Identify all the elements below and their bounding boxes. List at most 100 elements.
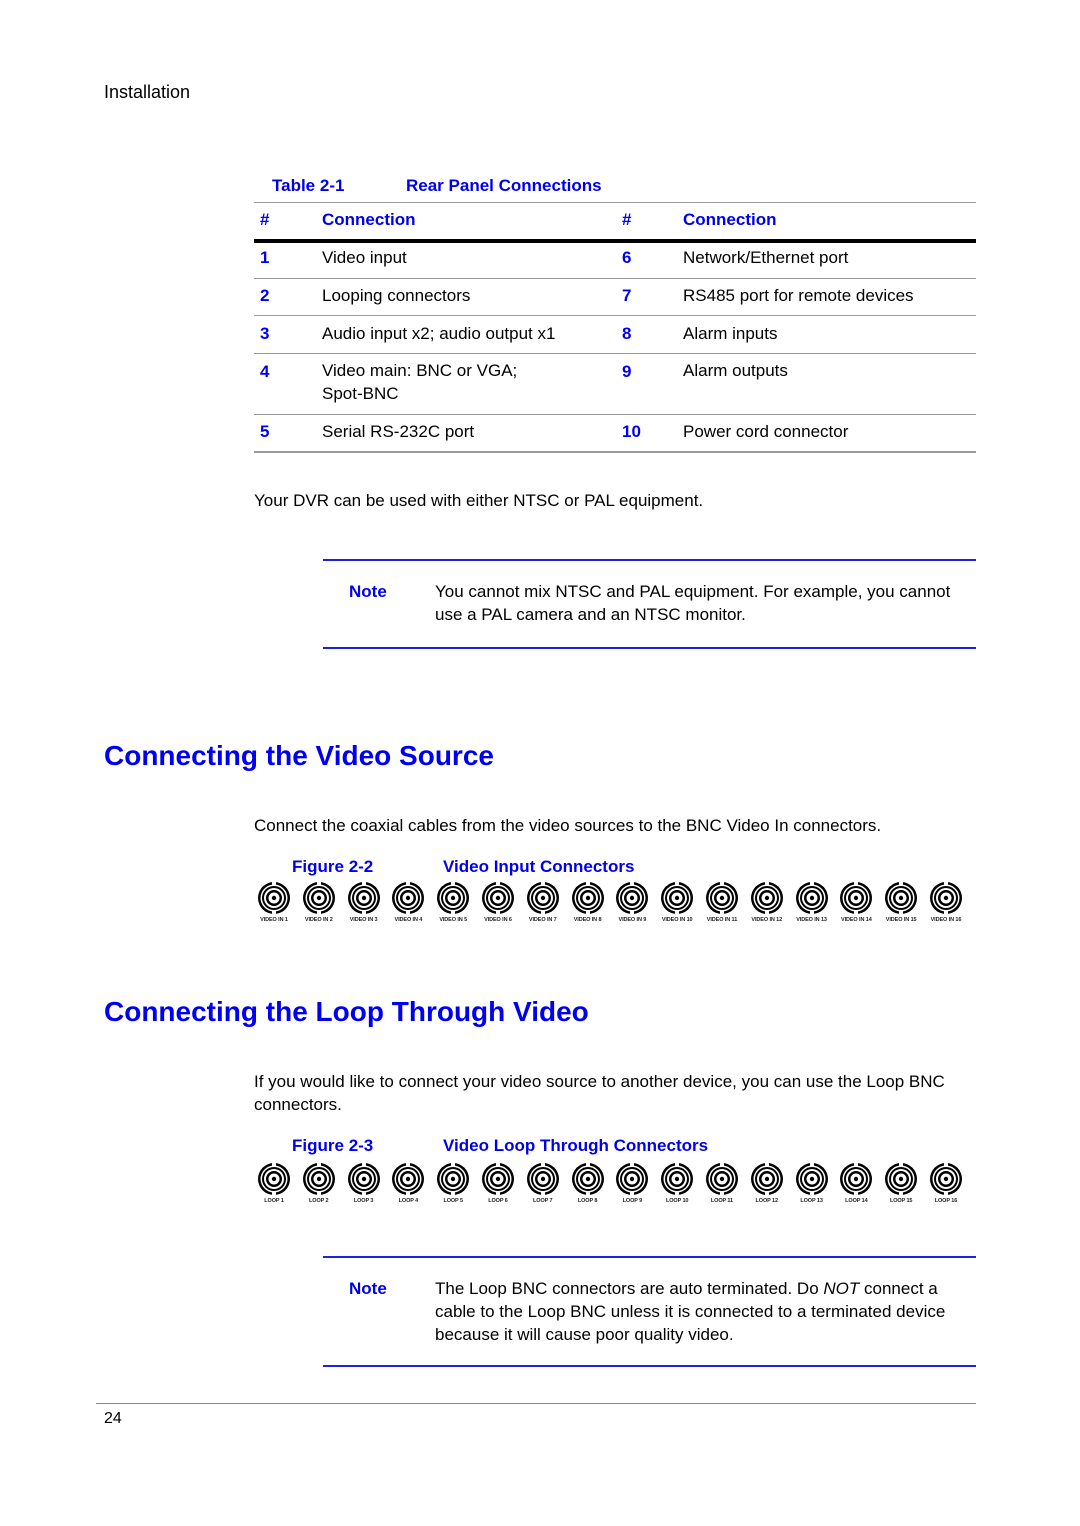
figure-number: 2-3 <box>348 1136 374 1155</box>
row-connection: Alarm inputs <box>683 324 778 343</box>
figure-label: Figure <box>292 857 344 876</box>
bnc-connector-icon <box>615 1162 649 1196</box>
connector-label: LOOP 16 <box>934 1198 958 1204</box>
connector-label: VIDEO IN 5 <box>439 917 468 923</box>
connector-label: VIDEO IN 15 <box>885 917 917 923</box>
row-connection: Video input <box>322 248 407 267</box>
bnc-connector-icon <box>481 1162 515 1196</box>
row-divider <box>254 278 976 279</box>
connector-label: LOOP 1 <box>264 1198 284 1204</box>
bnc-connector: LOOP 11 <box>702 1162 742 1204</box>
bnc-connector: VIDEO IN 10 <box>657 881 697 923</box>
row-number: 4 <box>260 362 270 381</box>
bnc-connector: VIDEO IN 4 <box>388 881 428 923</box>
bnc-connector: VIDEO IN 6 <box>478 881 518 923</box>
bnc-connector: VIDEO IN 16 <box>926 881 966 923</box>
connector-label: VIDEO IN 16 <box>930 917 962 923</box>
bnc-connector-icon <box>571 1162 605 1196</box>
note-bottom-rule <box>323 1365 976 1367</box>
figure-number: 2-2 <box>348 857 374 876</box>
table-caption-label: Table 2-1 <box>272 176 344 196</box>
note-text: You cannot mix NTSC and PAL equipment. F… <box>435 582 951 624</box>
connector-label: LOOP 12 <box>755 1198 779 1204</box>
figure-caption-title: Video Loop Through Connectors <box>443 1136 709 1155</box>
connector-label: VIDEO IN 12 <box>751 917 783 923</box>
connector-label: VIDEO IN 4 <box>394 917 423 923</box>
connector-label: VIDEO IN 8 <box>573 917 602 923</box>
bnc-connector-icon <box>929 1162 963 1196</box>
connector-label: VIDEO IN 11 <box>706 917 738 923</box>
connector-label: LOOP 13 <box>800 1198 823 1204</box>
row-number: 2 <box>260 286 270 305</box>
row-number: 6 <box>622 248 632 267</box>
bnc-connector-icon <box>347 1162 381 1196</box>
table-top-rule <box>254 202 976 203</box>
bnc-connector: VIDEO IN 13 <box>792 881 832 923</box>
connector-label: LOOP 7 <box>533 1198 553 1204</box>
row-number: 8 <box>622 324 632 343</box>
row-connection: Audio input x2; audio output x1 <box>322 324 556 343</box>
table-header-connection-left: Connection <box>322 210 416 229</box>
bnc-connector: LOOP 7 <box>523 1162 563 1204</box>
row-connection-continued: Spot-BNC <box>322 384 399 403</box>
page-number: 24 <box>104 1410 122 1427</box>
bnc-connector: LOOP 5 <box>433 1162 473 1204</box>
figure-caption-label: Figure 2-2 <box>292 857 373 877</box>
row-divider <box>254 353 976 354</box>
connector-label: LOOP 6 <box>488 1198 508 1204</box>
bnc-connector-icon <box>347 881 381 915</box>
row-number: 10 <box>622 422 641 441</box>
bnc-connector-icon <box>526 1162 560 1196</box>
note-text-part: The Loop BNC connectors are auto termina… <box>435 1279 824 1298</box>
bnc-connector-icon <box>615 881 649 915</box>
row-divider <box>254 315 976 316</box>
connector-label: VIDEO IN 14 <box>841 917 872 923</box>
bnc-connector: LOOP 10 <box>657 1162 697 1204</box>
connector-label: LOOP 2 <box>309 1198 329 1204</box>
section-heading-loop-through: Connecting the Loop Through Video <box>104 996 589 1027</box>
row-number: 7 <box>622 286 632 305</box>
bnc-connector-icon <box>302 1162 336 1196</box>
bnc-connector-icon <box>839 1162 873 1196</box>
bnc-connector-icon <box>839 881 873 915</box>
bnc-connector: LOOP 1 <box>254 1162 294 1204</box>
bnc-connector: VIDEO IN 1 <box>254 881 294 923</box>
row-connection: Power cord connector <box>683 422 849 441</box>
bnc-connector-icon <box>391 881 425 915</box>
connector-label: LOOP 15 <box>889 1198 913 1204</box>
connector-label: VIDEO IN 6 <box>484 917 512 923</box>
table-header-rule <box>254 239 976 243</box>
footer-rule <box>96 1403 976 1404</box>
bnc-connector-icon <box>750 1162 784 1196</box>
bnc-connector-icon <box>481 881 515 915</box>
running-head: Installation <box>104 82 191 102</box>
row-connection: Network/Ethernet port <box>683 248 849 267</box>
bnc-connector-icon <box>884 881 918 915</box>
bnc-connector-icon <box>302 881 336 915</box>
table-label: Table <box>272 176 316 195</box>
note-label: Note <box>349 582 387 601</box>
bnc-connector-icon <box>436 881 470 915</box>
note-top-rule <box>323 559 976 561</box>
table-caption-title: Rear Panel Connections <box>406 176 602 195</box>
row-number: 1 <box>260 248 270 267</box>
connector-label: LOOP 8 <box>577 1198 598 1204</box>
bnc-connector: LOOP 6 <box>478 1162 518 1204</box>
bnc-connector: LOOP 4 <box>388 1162 428 1204</box>
bnc-connector-icon <box>571 881 605 915</box>
loop-through-connectors: LOOP 1 LOOP 2 LOOP 3 LOOP 4 LOOP 5 LOOP 6 LOOP… <box>254 1162 966 1204</box>
bnc-connector-icon <box>705 1162 739 1196</box>
bnc-connector: VIDEO IN 2 <box>299 881 339 923</box>
row-connection: RS485 port for remote devices <box>683 286 914 305</box>
bnc-connector: LOOP 13 <box>792 1162 832 1204</box>
bnc-connector-icon <box>660 881 694 915</box>
bnc-connector: VIDEO IN 11 <box>702 881 742 923</box>
bnc-connector-icon <box>257 1162 291 1196</box>
bnc-connector-icon <box>257 881 291 915</box>
bnc-connector: VIDEO IN 12 <box>747 881 787 923</box>
row-connection: Serial RS-232C port <box>322 422 475 441</box>
section-body: If you would like to connect your video … <box>254 1072 945 1114</box>
bnc-connector: VIDEO IN 15 <box>881 881 921 923</box>
connector-label: VIDEO IN 2 <box>304 917 333 923</box>
row-connection: Video main: BNC or VGA; <box>322 361 518 380</box>
